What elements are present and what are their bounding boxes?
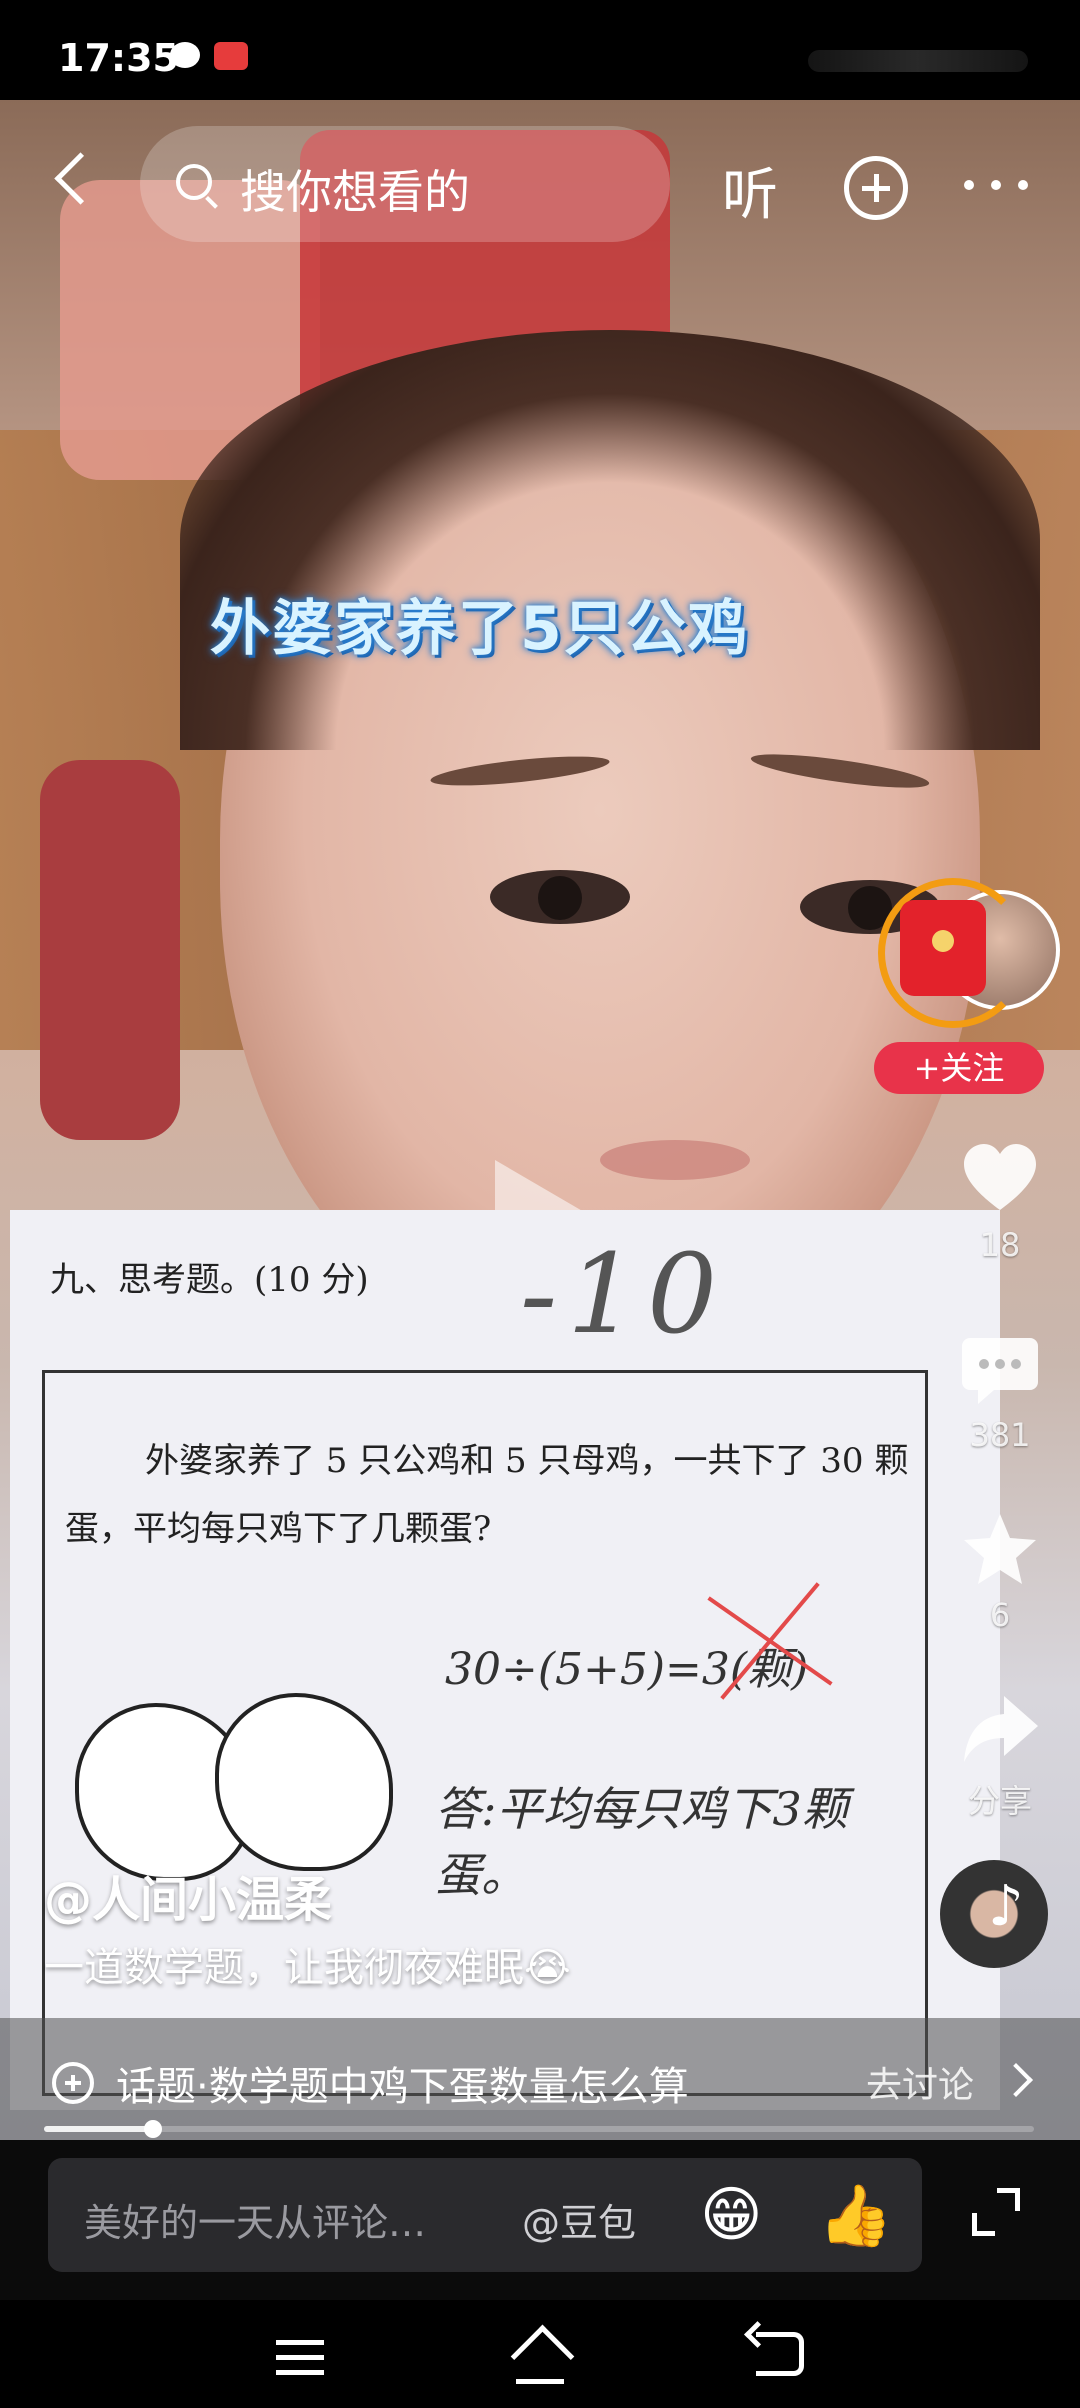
paper-heading: 九、思考题。(10 分) bbox=[50, 1260, 369, 1300]
favorite-count: 6 bbox=[989, 1596, 1011, 1634]
topic-plus-icon bbox=[52, 2062, 94, 2104]
wechat-icon bbox=[170, 42, 200, 68]
post-caption[interactable]: 一道数学题，让我彻夜难眠😭 bbox=[44, 1935, 571, 1993]
like-count: 18 bbox=[979, 1226, 1021, 1264]
comment-input[interactable]: 美好的一天从评论… @豆包 😁 👍 bbox=[48, 2158, 922, 2272]
more-icon[interactable] bbox=[964, 180, 1028, 190]
share-label: 分享 bbox=[967, 1782, 1032, 1820]
comment-bar: 美好的一天从评论… @豆包 😁 👍 bbox=[0, 2140, 1080, 2300]
red-packet-icon[interactable] bbox=[900, 900, 986, 996]
music-note-icon: ♪ bbox=[988, 1874, 1024, 1939]
progress-fill bbox=[44, 2126, 153, 2132]
author-avatar-group: +关注 bbox=[874, 878, 1060, 1094]
comment-button[interactable]: 381 bbox=[940, 1330, 1060, 1454]
search-icon bbox=[176, 164, 212, 200]
handwritten-answer: 答:平均每只鸡下3颗蛋。 bbox=[435, 1782, 848, 1902]
discuss-link[interactable]: 去讨论 bbox=[866, 2056, 974, 2108]
video-progress-bar[interactable] bbox=[44, 2120, 1034, 2138]
status-indicators bbox=[808, 50, 1028, 72]
comment-count: 381 bbox=[969, 1416, 1031, 1454]
menu-icon[interactable] bbox=[276, 2340, 324, 2376]
chevron-right-icon bbox=[999, 2063, 1033, 2097]
question-line-1: 外婆家养了 5 只公鸡和 5 只母鸡，一共下了 30 颗 bbox=[145, 1441, 909, 1481]
author-name[interactable]: @人间小温柔 bbox=[44, 1860, 332, 1930]
lips bbox=[600, 1140, 750, 1180]
comment-icon bbox=[962, 1338, 1038, 1404]
music-disc[interactable]: ♪ bbox=[940, 1860, 1048, 1968]
person-hair bbox=[180, 330, 1040, 750]
left-eye bbox=[490, 870, 630, 924]
system-nav-bar bbox=[0, 2300, 1080, 2408]
home-icon[interactable] bbox=[508, 2328, 572, 2384]
search-box[interactable]: 搜你想看的 bbox=[140, 126, 670, 242]
back-nav-icon[interactable] bbox=[756, 2332, 804, 2376]
video-overlay-title: 外婆家养了5只公鸡 bbox=[210, 594, 750, 664]
share-icon bbox=[964, 1696, 1038, 1762]
progress-knob[interactable] bbox=[143, 2120, 162, 2138]
thumbs-up-emoji-button[interactable]: 👍 bbox=[818, 2180, 893, 2251]
status-bar: 17:35 bbox=[0, 0, 1080, 100]
search-placeholder: 搜你想看的 bbox=[240, 165, 470, 219]
question-line-2: 蛋，平均每只鸡下了几颗蛋? bbox=[65, 1509, 492, 1549]
paper-score-mark: -10 bbox=[520, 1230, 728, 1358]
topic-text: 话题·数学题中鸡下蛋数量怎么算 bbox=[116, 2064, 689, 2110]
mention-doubao[interactable]: @豆包 bbox=[522, 2192, 636, 2247]
comment-placeholder: 美好的一天从评论… bbox=[84, 2201, 427, 2245]
red-cross-mark bbox=[695, 1573, 835, 1713]
top-bar: 搜你想看的 听 bbox=[0, 120, 1080, 242]
background-red-hat bbox=[40, 760, 180, 1140]
topic-bar[interactable]: 话题·数学题中鸡下蛋数量怎么算 去讨论 bbox=[0, 2018, 1080, 2142]
share-button[interactable]: 分享 bbox=[940, 1690, 1060, 1822]
video-player[interactable]: 外婆家养了5只公鸡 九、思考题。(10 分) -10 外婆家养了 5 只公鸡和 … bbox=[0, 100, 1080, 2140]
like-button[interactable]: 18 bbox=[940, 1140, 1060, 1264]
grin-emoji-button[interactable]: 😁 bbox=[700, 2180, 763, 2250]
toutiao-icon bbox=[214, 42, 248, 70]
rooster-illustration-2 bbox=[215, 1693, 393, 1871]
heart-icon bbox=[964, 1144, 1036, 1210]
status-time: 17:35 bbox=[58, 36, 179, 80]
expand-icon[interactable] bbox=[972, 2188, 1020, 2236]
plus-icon[interactable] bbox=[844, 156, 908, 220]
back-icon[interactable] bbox=[44, 148, 104, 208]
follow-button[interactable]: +关注 bbox=[874, 1042, 1044, 1094]
star-icon bbox=[964, 1514, 1036, 1584]
listen-button[interactable]: 听 bbox=[722, 150, 778, 231]
favorite-button[interactable]: 6 bbox=[940, 1510, 1060, 1634]
